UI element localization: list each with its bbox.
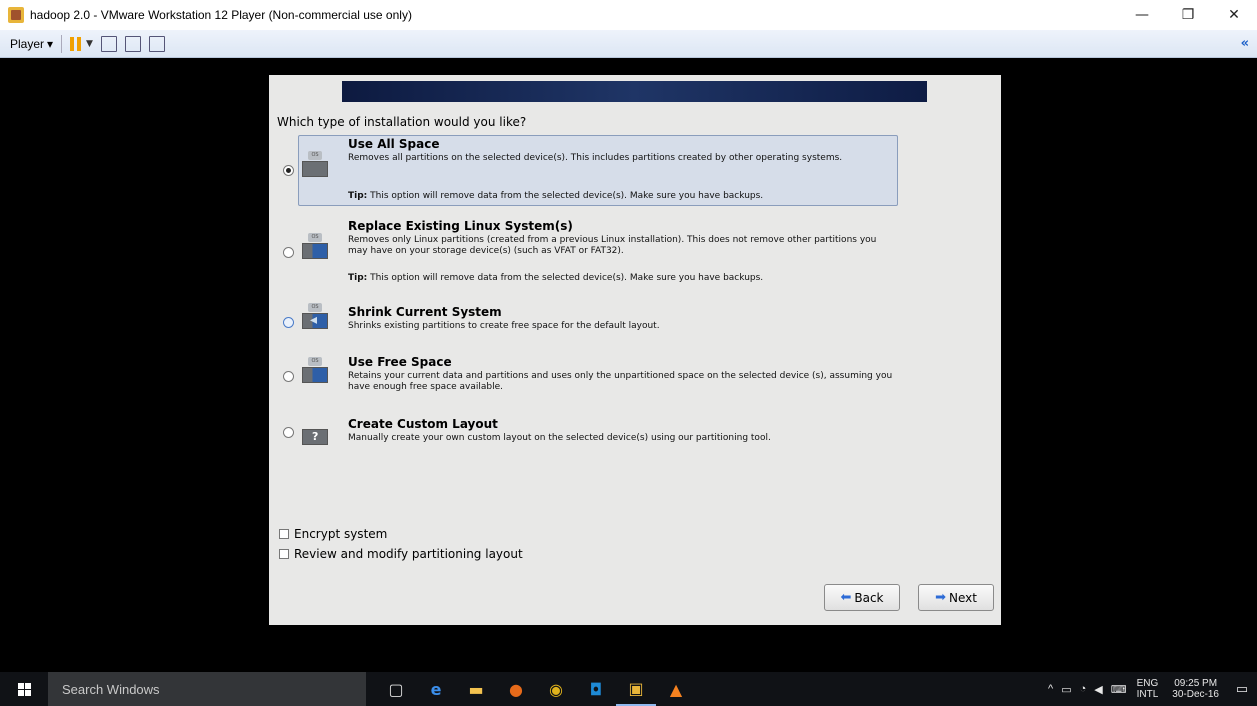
replace-linux-icon: OS xyxy=(302,233,328,259)
clock[interactable]: 09:25 PM 30-Dec-16 xyxy=(1164,678,1227,700)
file-explorer-icon[interactable]: ▬ xyxy=(456,672,496,706)
option-title: Replace Existing Linux System(s) xyxy=(348,219,573,233)
encrypt-system-checkbox[interactable]: Encrypt system xyxy=(279,527,387,541)
window-title: hadoop 2.0 - VMware Workstation 12 Playe… xyxy=(30,8,412,22)
pause-icon[interactable] xyxy=(70,36,82,51)
option-description: Shrinks existing partitions to create fr… xyxy=(348,321,660,331)
option-description: Manually create your own custom layout o… xyxy=(348,433,771,443)
show-hidden-icons-icon[interactable]: ^ xyxy=(1044,683,1057,695)
radio-shrink-current[interactable] xyxy=(283,317,294,328)
option-description: Removes only Linux partitions (created f… xyxy=(348,235,877,256)
review-partitioning-label: Review and modify partitioning layout xyxy=(294,547,523,561)
fullscreen-icon[interactable] xyxy=(124,35,141,52)
minimize-button[interactable]: — xyxy=(1119,0,1165,30)
option-tip: Tip: This option will remove data from t… xyxy=(348,273,764,283)
arrow-left-icon: ⬅ xyxy=(840,590,852,605)
close-button[interactable]: ✕ xyxy=(1211,0,1257,30)
window-controls: — ❐ ✕ xyxy=(1119,0,1257,30)
radio-use-free-space[interactable] xyxy=(283,371,294,382)
option-tip: Tip: This option will remove data from t… xyxy=(348,191,764,201)
unity-icon[interactable] xyxy=(148,35,165,52)
option-title: Use All Space xyxy=(348,137,440,151)
vmware-app-icon xyxy=(8,7,24,23)
radio-replace-linux[interactable] xyxy=(283,247,294,258)
back-button[interactable]: ⬅ Back xyxy=(824,584,900,611)
chevron-down-icon: ▾ xyxy=(47,36,54,51)
arrow-right-icon: ➡ xyxy=(935,590,946,605)
next-button[interactable]: ➡ Next xyxy=(918,584,994,611)
custom-layout-icon xyxy=(302,419,328,445)
player-toolbar: Player ▾ ▼ « xyxy=(0,30,1257,58)
option-description: Removes all partitions on the selected d… xyxy=(348,153,843,163)
windows-taskbar: Search Windows ▢ e ▬ ● ◉ ◘ ▣ ▲ ^ ▭ ◔ ◀ ⌨… xyxy=(0,672,1257,706)
vlc-icon[interactable]: ▲ xyxy=(656,672,696,706)
chrome-icon[interactable]: ◉ xyxy=(536,672,576,706)
installer-window: Which type of installation would you lik… xyxy=(269,75,1001,625)
option-title: Use Free Space xyxy=(348,355,452,369)
option-title: Shrink Current System xyxy=(348,305,502,319)
restore-button[interactable]: ❐ xyxy=(1165,0,1211,30)
checkbox[interactable] xyxy=(279,529,289,539)
option-description: Retains your current data and partitions… xyxy=(348,371,893,392)
player-menu-button[interactable]: Player ▾ xyxy=(10,37,53,51)
store-icon[interactable]: ◘ xyxy=(576,672,616,706)
free-space-icon: OS xyxy=(302,357,328,383)
system-tray: ^ ▭ ◔ ◀ ⌨ ENG INTL 09:25 PM 30-Dec-16 ▭ xyxy=(1044,672,1257,706)
toolbar-divider xyxy=(61,34,63,53)
encrypt-system-label: Encrypt system xyxy=(294,527,388,541)
firefox-icon[interactable]: ● xyxy=(496,672,536,706)
battery-icon[interactable]: ▭ xyxy=(1057,683,1075,696)
installation-type-question: Which type of installation would you lik… xyxy=(277,115,527,129)
shrink-icon: OS xyxy=(302,303,328,329)
notifications-icon[interactable]: ▭ xyxy=(1227,681,1257,697)
player-menu-label: Player xyxy=(10,36,45,51)
radio-create-custom-layout[interactable] xyxy=(283,427,294,438)
collapse-toolbar-icon[interactable]: « xyxy=(1241,36,1249,51)
radio-use-all-space[interactable] xyxy=(283,165,294,176)
option-title: Create Custom Layout xyxy=(348,417,498,431)
chevron-down-icon[interactable]: ▼ xyxy=(86,39,93,49)
start-button[interactable] xyxy=(0,672,48,706)
windows-logo-icon xyxy=(17,682,31,696)
task-view-icon[interactable]: ▢ xyxy=(376,672,416,706)
vm-display: Which type of installation would you lik… xyxy=(0,58,1257,672)
wifi-icon[interactable]: ◔ xyxy=(1076,683,1091,695)
taskbar-search-box[interactable]: Search Windows xyxy=(48,672,366,706)
vmware-taskbar-icon[interactable]: ▣ xyxy=(616,672,656,706)
keyboard-icon[interactable]: ⌨ xyxy=(1107,683,1131,696)
review-partitioning-checkbox[interactable]: Review and modify partitioning layout xyxy=(279,547,523,561)
edge-icon[interactable]: e xyxy=(416,672,456,706)
volume-icon[interactable]: ◀ xyxy=(1090,683,1106,696)
window-title-bar: hadoop 2.0 - VMware Workstation 12 Playe… xyxy=(0,0,1257,30)
checkbox[interactable] xyxy=(279,549,289,559)
installer-banner xyxy=(342,81,927,102)
language-indicator[interactable]: ENG INTL xyxy=(1131,678,1165,700)
removable-devices-icon[interactable] xyxy=(100,35,117,52)
os-disk-icon: OS xyxy=(302,151,328,177)
